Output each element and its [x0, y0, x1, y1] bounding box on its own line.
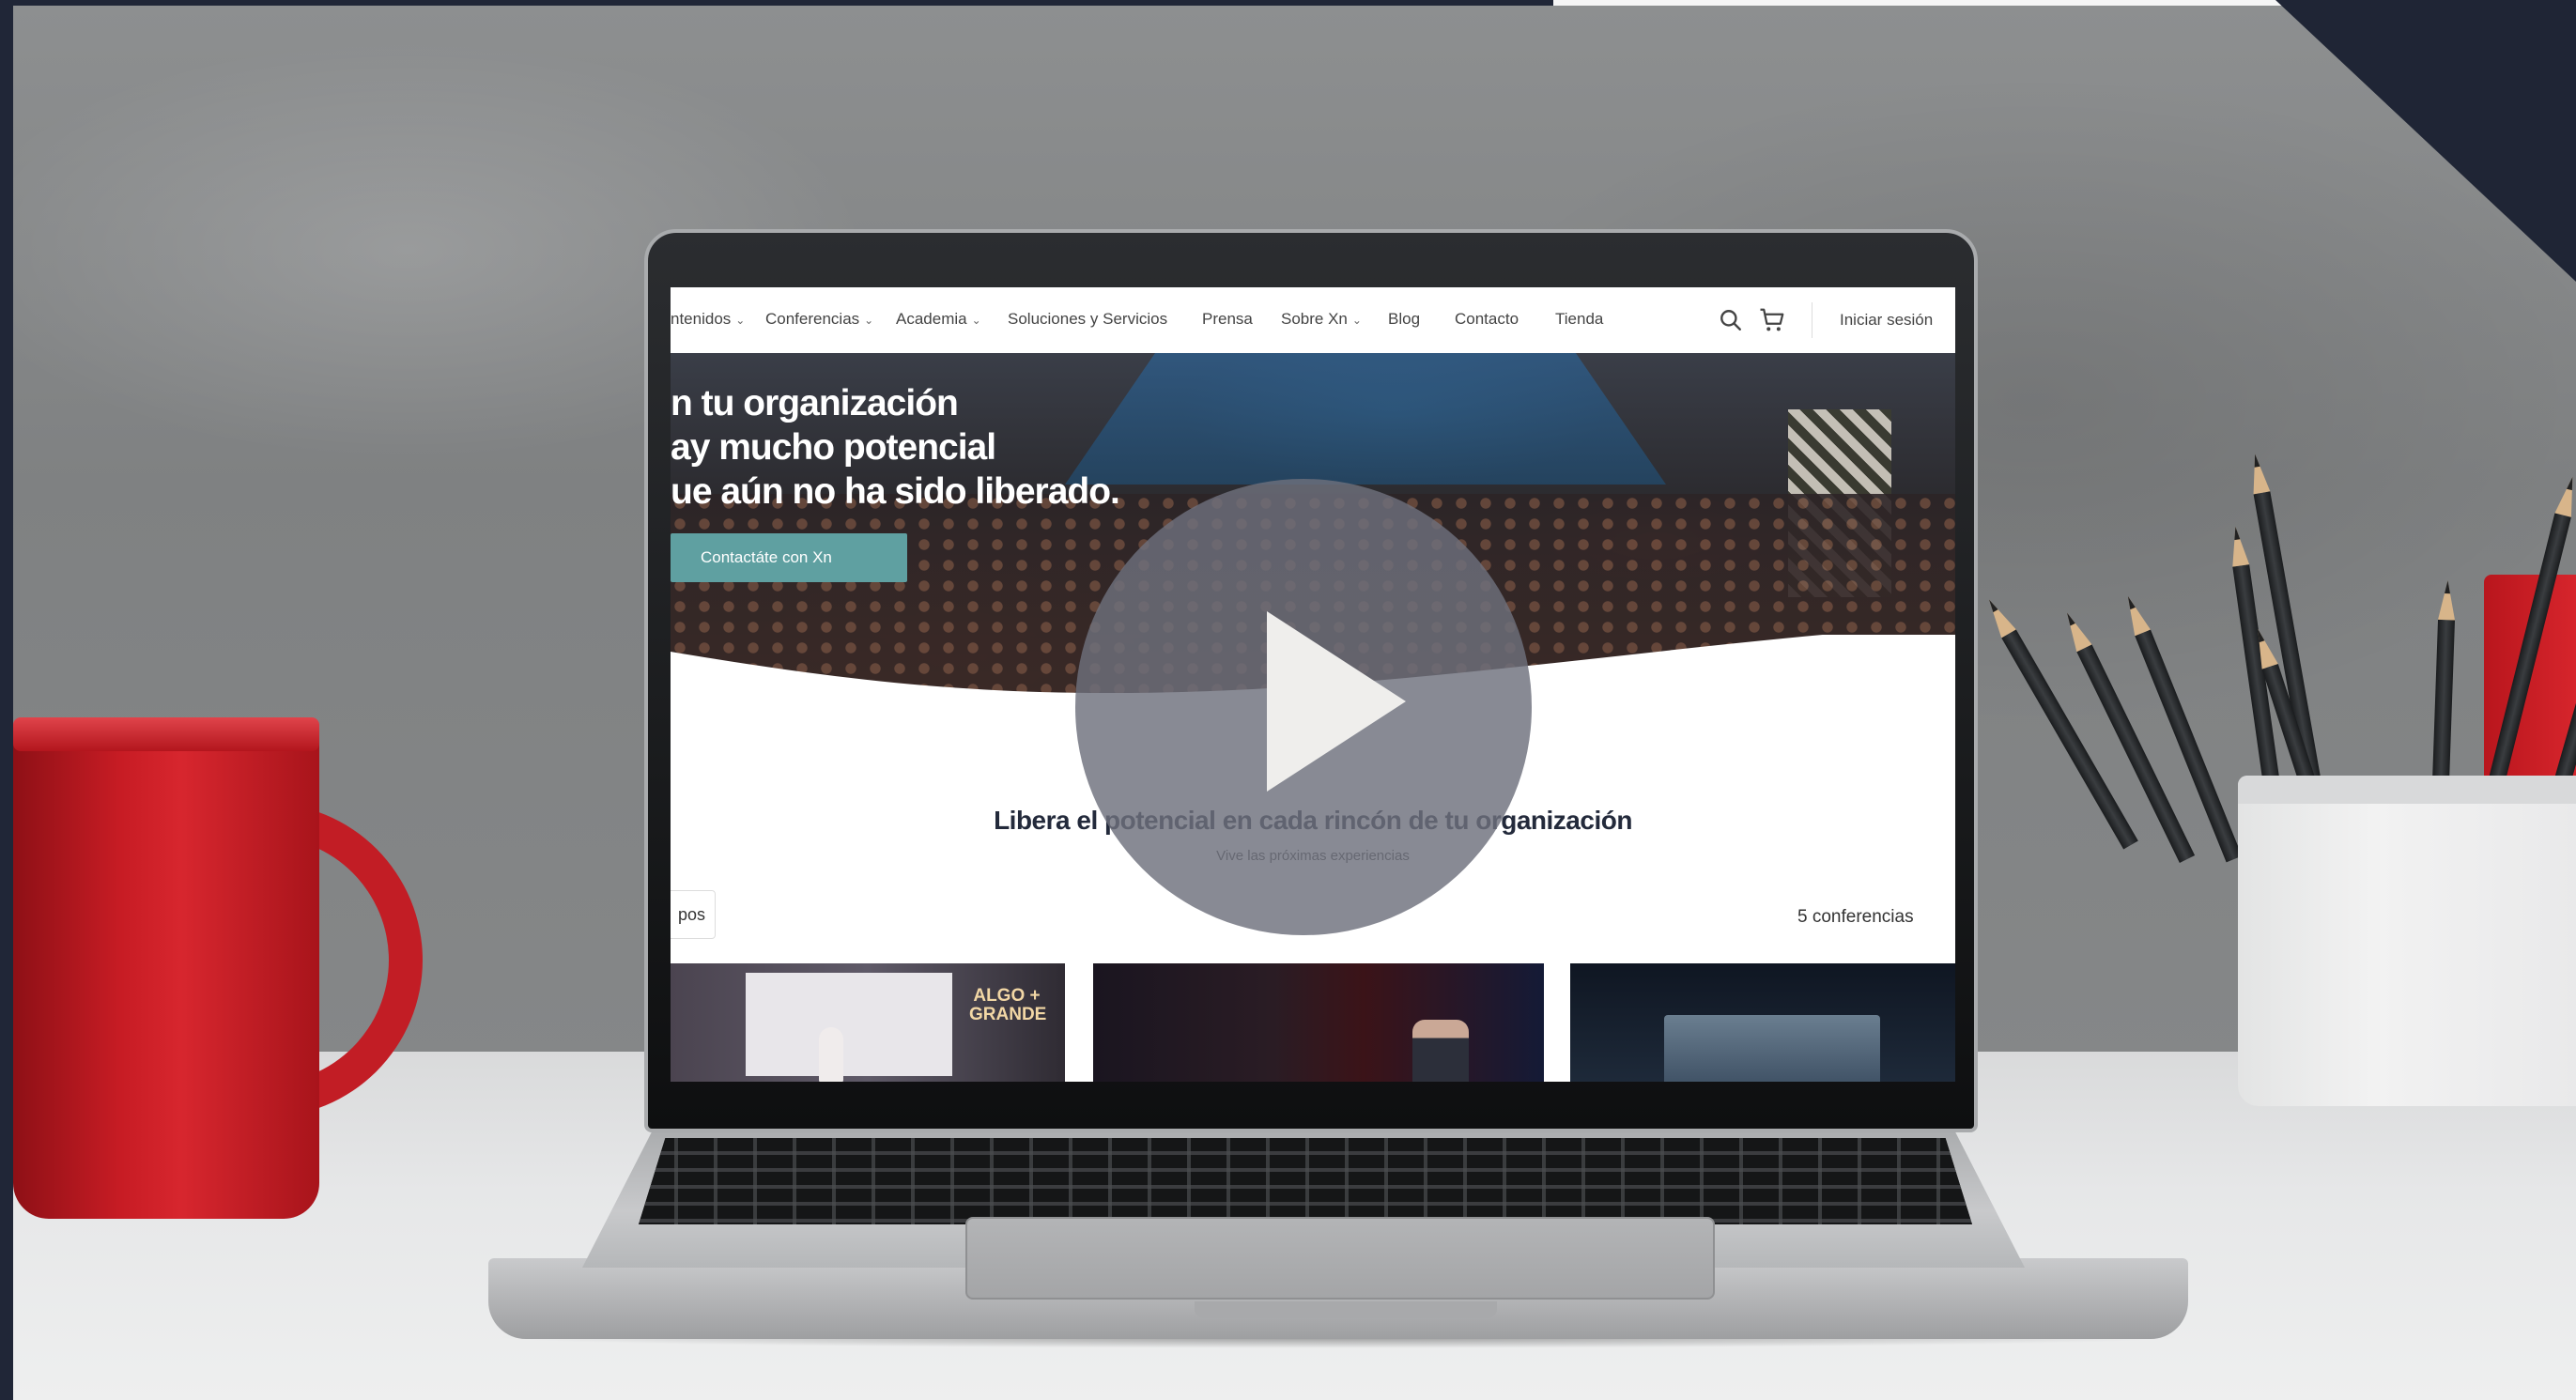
mug-rim: [13, 717, 319, 751]
video-thumbnail: n tu organización ay mucho potencial ue …: [0, 0, 2576, 1400]
laptop-trackpad: [965, 1217, 1715, 1300]
nav-item-tienda[interactable]: Tienda: [1555, 310, 1603, 329]
contact-button[interactable]: Contactáte con Xn: [671, 533, 907, 582]
nav-item-prensa[interactable]: Prensa: [1202, 310, 1253, 329]
chevron-down-icon: ⌄: [971, 314, 981, 327]
nav-item-label: Soluciones y Servicios: [1008, 310, 1168, 328]
laptop-keyboard-rows: [639, 1138, 1972, 1224]
cart-icon[interactable]: [1758, 306, 1786, 334]
nav-item-label: Contacto: [1455, 310, 1519, 328]
chevron-down-icon: ⌄: [1351, 314, 1362, 327]
nav-item-contacto[interactable]: Contacto: [1455, 310, 1519, 329]
red-mug: [13, 719, 319, 1219]
conference-card[interactable]: [1093, 963, 1544, 1082]
nav-item-label: Prensa: [1202, 310, 1253, 328]
card-slide-text: ALGO + GRANDE: [969, 986, 1047, 1024]
laptop-notch: [1195, 1301, 1497, 1318]
pencil-cup: [2238, 776, 2576, 1106]
chevron-down-icon: ⌄: [864, 314, 874, 327]
hero-headline-line: ay mucho potencial: [671, 427, 996, 468]
nav-item-label: Conferencias: [765, 310, 860, 328]
nav-item-blog[interactable]: Blog: [1388, 310, 1420, 329]
frame-top-bar: [13, 0, 1553, 6]
card-image-speaker: [1412, 1020, 1469, 1082]
nav-item-academia[interactable]: Academia ⌄: [896, 310, 981, 329]
login-link[interactable]: Iniciar sesión: [1840, 311, 1933, 330]
search-icon[interactable]: [1719, 308, 1743, 332]
frame-left-strip: [0, 0, 13, 1400]
card-image-slide: [746, 973, 952, 1076]
card-image-screen: [1664, 1015, 1880, 1082]
filter-button[interactable]: pos: [671, 890, 716, 939]
chevron-down-icon: ⌄: [735, 314, 746, 327]
conference-card[interactable]: [1570, 963, 1955, 1082]
nav-item-contenidos[interactable]: ntenidos ⌄: [671, 310, 745, 329]
site-nav: ntenidos ⌄ Conferencias ⌄ Academia ⌄ Soluci…: [671, 287, 1955, 353]
nav-item-label: ntenidos: [671, 310, 732, 328]
card-image-speaker: [819, 1027, 843, 1082]
play-icon[interactable]: [1267, 611, 1406, 792]
conference-card[interactable]: ALGO + GRANDE: [671, 963, 1065, 1082]
nav-item-label: Blog: [1388, 310, 1421, 328]
frame-top-bar-light: [1553, 0, 2295, 6]
nav-item-label: Tienda: [1555, 310, 1604, 328]
nav-item-label: Academia: [896, 310, 967, 328]
hero-headline-line: n tu organización: [671, 383, 959, 423]
pencil-cup-rim: [2238, 776, 2576, 804]
hero-headline-line: ue aún no ha sido liberado.: [671, 471, 1120, 512]
hero-headline: n tu organización ay mucho potencial ue …: [671, 381, 1196, 514]
conference-count: 5 conferencias: [1797, 907, 1914, 927]
nav-item-conferencias[interactable]: Conferencias ⌄: [765, 310, 873, 329]
nav-item-sobre-xn[interactable]: Sobre Xn ⌄: [1281, 310, 1362, 329]
nav-item-label: Sobre Xn: [1281, 310, 1348, 328]
nav-item-soluciones[interactable]: Soluciones y Servicios: [1008, 310, 1167, 329]
